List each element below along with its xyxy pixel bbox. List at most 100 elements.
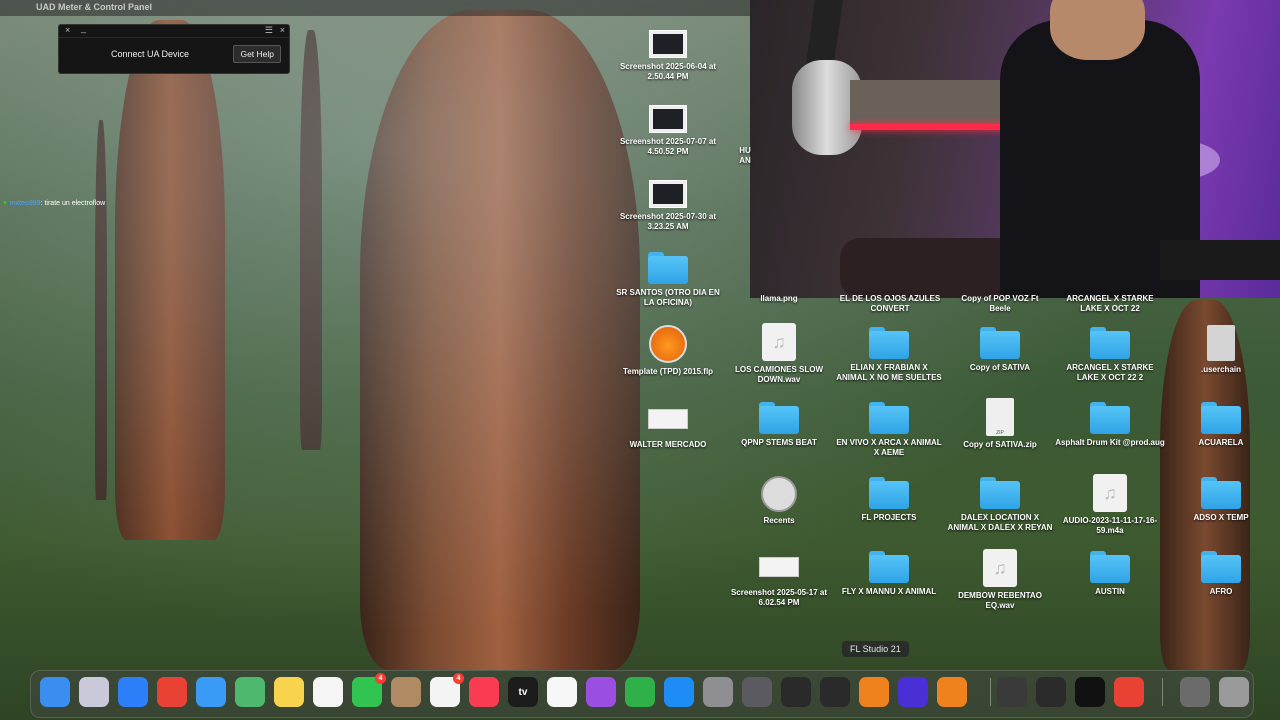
desktop-folder[interactable]: FL PROJECTS [834, 477, 944, 523]
webcam-overlay [750, 0, 1280, 298]
downloads-icon[interactable] [1180, 677, 1210, 707]
minimize-icon[interactable]: _ [81, 23, 86, 33]
file-label: LOS CAMIONES SLOW DOWN.wav [735, 365, 823, 384]
folder-icon [1090, 551, 1130, 583]
chat-dot-icon: ✦ [2, 200, 8, 207]
fl-studio-2-icon[interactable] [937, 677, 967, 707]
desktop-file[interactable]: ♫ DEMBOW REBENTAO EQ.wav [945, 549, 1055, 611]
chrome-icon[interactable] [157, 677, 187, 707]
get-help-button[interactable]: Get Help [233, 45, 281, 63]
desktop-file[interactable]: Screenshot 2025-07-30 at 3.23.25 AM [613, 180, 723, 232]
uad-console-icon[interactable] [820, 677, 850, 707]
desktop-folder[interactable]: ARCANGEL X STARKE LAKE X OCT 22 2 [1055, 327, 1165, 383]
apogee-icon[interactable] [997, 677, 1027, 707]
audio-file-icon: ♫ [983, 549, 1017, 587]
screenshot-file-icon [649, 105, 687, 133]
reminders-icon[interactable]: 4 [430, 673, 464, 707]
folder-icon [1201, 551, 1241, 583]
music-icon[interactable] [469, 677, 499, 707]
file-label: .userchain [1200, 365, 1241, 374]
partial-label: llama.png [760, 294, 798, 303]
screenshot-file-icon [649, 180, 687, 208]
file-label: Screenshot 2025-05-17 at 6.02.54 PM [730, 588, 828, 607]
numbers-icon[interactable] [625, 677, 655, 707]
desktop-file[interactable]: Screenshot 2025-07-07 at 4.50.52 PM [613, 105, 723, 157]
contacts-icon[interactable] [391, 677, 421, 707]
uad-meter-icon[interactable] [781, 677, 811, 707]
maps-icon[interactable] [235, 677, 265, 707]
desktop-file[interactable]: .userchain [1166, 325, 1276, 375]
desktop-folder[interactable]: Asphalt Drum Kit @prod.aug [1055, 402, 1165, 448]
partial-label: ARCANGEL X STARKE LAKE X OCT 22 [1066, 294, 1154, 313]
desktop-file[interactable]: Screenshot 2025-06-04 at 2.50.44 PM [613, 30, 723, 82]
desktop-file[interactable]: Template (TPD) 2015.flp [613, 325, 723, 377]
folder-label: EN VIVO X ARCA X ANIMAL X AEME [836, 438, 942, 457]
notes-icon[interactable] [274, 677, 304, 707]
facetime-icon[interactable]: 4 [352, 673, 386, 707]
folder-label: Asphalt Drum Kit @prod.aug [1055, 438, 1165, 447]
fl-studio-icon[interactable] [859, 677, 889, 707]
finder-icon[interactable] [40, 677, 70, 707]
mail-icon[interactable] [196, 677, 226, 707]
close-icon[interactable]: × [65, 25, 70, 35]
desktop-file[interactable]: WALTER MERCADO [613, 402, 723, 450]
shelf [850, 80, 1010, 126]
launchpad-icon[interactable] [79, 677, 109, 707]
tv-icon[interactable]: tv [508, 677, 538, 707]
folder-icon [1090, 402, 1130, 434]
desktop-folder[interactable]: QPNP STEMS BEAT [724, 402, 834, 448]
trash-icon[interactable] [1219, 677, 1249, 707]
folder-label: QPNP STEMS BEAT [741, 438, 817, 447]
folder-icon [869, 551, 909, 583]
news-icon[interactable] [547, 677, 577, 707]
system-settings-icon[interactable] [703, 677, 733, 707]
desktop-folder[interactable]: FLY X MANNU X ANIMAL [834, 551, 944, 597]
folder-label: SR SANTOS (OTRO DIA EN LA OFICINA) [616, 288, 720, 307]
folder-label: Copy of SATIVA [969, 363, 1031, 372]
iphone-mirroring-icon[interactable] [742, 677, 772, 707]
folder-icon [869, 327, 909, 359]
desktop-file[interactable]: ♫ AUDIO-2023-11-11-17-16-59.m4a [1055, 474, 1165, 536]
arc-icon[interactable] [898, 677, 928, 707]
folder-icon [759, 402, 799, 434]
app-store-icon[interactable] [664, 677, 694, 707]
file-label: WALTER MERCADO [629, 440, 707, 449]
desktop-folder[interactable]: ADSO X TEMP [1166, 477, 1276, 523]
screenshot-file-icon [759, 557, 799, 577]
person-head [1050, 0, 1145, 60]
desktop-file[interactable]: ♫ LOS CAMIONES SLOW DOWN.wav [724, 323, 834, 385]
desktop-folder[interactable]: Copy of SATIVA [945, 327, 1055, 373]
freeform-icon[interactable] [313, 677, 343, 707]
uad-control-panel: × _ ☰ × Connect UA Device Get Help [58, 23, 290, 74]
desktop-folder[interactable]: SR SANTOS (OTRO DIA EN LA OFICINA) [613, 252, 723, 308]
podcasts-icon[interactable] [586, 677, 616, 707]
chrome-2-icon[interactable] [1114, 677, 1144, 707]
desktop-file[interactable]: ZIP Copy of SATIVA.zip [945, 398, 1055, 450]
folder-label: DALEX LOCATION X ANIMAL X DALEX X REYAN [947, 513, 1053, 532]
chat-text: : tirate un electroflow [40, 200, 106, 207]
document-icon [648, 409, 688, 429]
folder-icon [1201, 402, 1241, 434]
file-label: Screenshot 2025-07-07 at 4.50.52 PM [619, 137, 717, 156]
desktop-folder[interactable]: AFRO [1166, 551, 1276, 597]
menu-icon[interactable]: ☰ [265, 25, 273, 36]
desktop-folder[interactable]: ACUARELA [1166, 402, 1276, 448]
folder-icon [869, 402, 909, 434]
close-icon[interactable]: × [280, 25, 285, 35]
desktop-file[interactable]: Screenshot 2025-05-17 at 6.02.54 PM [724, 550, 834, 608]
fl-project-icon [649, 325, 687, 363]
folder-icon [648, 252, 688, 284]
led-strip [850, 124, 1005, 130]
desktop-folder[interactable]: DALEX LOCATION X ANIMAL X DALEX X REYAN [945, 477, 1055, 533]
desktop-folder[interactable]: ELIAN X FRABIAN X ANIMAL X NO ME SUELTES [834, 327, 944, 383]
desktop-item[interactable]: Recents [724, 476, 834, 526]
desktop-folder[interactable]: EN VIVO X ARCA X ANIMAL X AEME [834, 402, 944, 458]
safari-icon[interactable] [118, 677, 148, 707]
desktop-folder[interactable]: AUSTIN [1055, 551, 1165, 597]
recents-clock-icon [761, 476, 797, 512]
capcut-icon[interactable] [1075, 677, 1105, 707]
obs-icon[interactable] [1036, 677, 1066, 707]
audio-file-icon: ♫ [762, 323, 796, 361]
app-title: UAD Meter & Control Panel [36, 2, 153, 12]
dock-tooltip: FL Studio 21 [842, 641, 909, 657]
